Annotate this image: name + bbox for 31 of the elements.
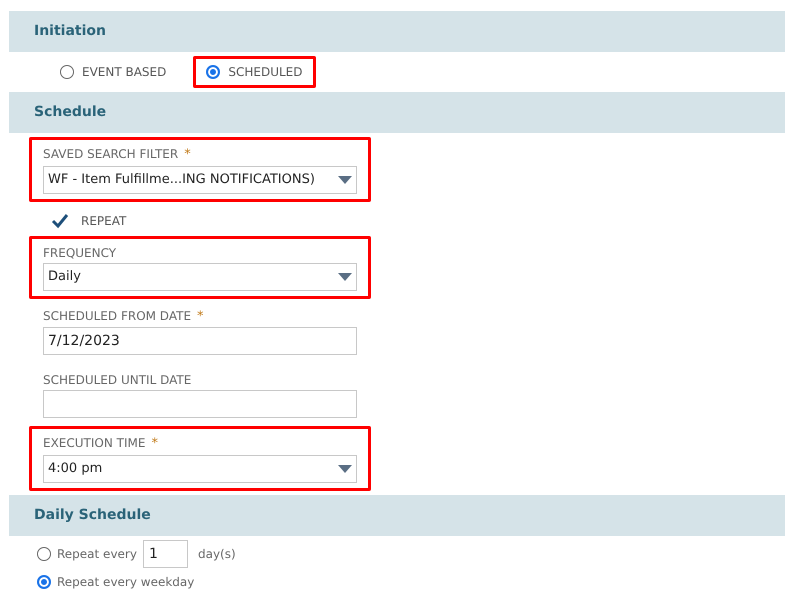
select-field[interactable]: WF - Item Fulfillme...ING NOTIFICATIONS) <box>43 166 357 194</box>
radio-button[interactable] <box>37 574 51 588</box>
input-field[interactable]: 7/12/2023 <box>43 327 357 355</box>
radio-option[interactable]: SCHEDULED <box>193 56 316 88</box>
field-label: FREQUENCY <box>43 244 116 262</box>
section-header: Daily Schedule <box>9 494 785 536</box>
unit-label: day(s) <box>198 546 236 562</box>
caret-icon <box>338 464 352 472</box>
section-header: Schedule <box>9 92 785 133</box>
field-label: SCHEDULED UNTIL DATE <box>43 372 192 389</box>
select-field[interactable]: Daily <box>43 262 357 290</box>
number-field[interactable]: 1 <box>142 540 188 568</box>
radio-button[interactable] <box>37 546 51 560</box>
required-mark: * <box>184 146 191 164</box>
radio-label: Repeat every <box>57 546 137 562</box>
checkbox-label: REPEAT <box>81 212 126 230</box>
field-label: SCHEDULED FROM DATE <box>43 308 192 324</box>
radio-button[interactable] <box>206 65 220 79</box>
select-field[interactable]: 4:00 pm <box>43 454 357 482</box>
caret-icon <box>338 272 352 280</box>
input-field[interactable] <box>43 390 357 418</box>
required-mark: * <box>197 308 204 326</box>
radio-option[interactable]: EVENT BASED <box>47 56 180 88</box>
caret-icon <box>338 176 352 184</box>
checkbox[interactable] <box>51 212 69 230</box>
radio-button[interactable] <box>60 65 74 79</box>
required-mark: * <box>151 435 158 453</box>
radio-label: Repeat every weekday <box>57 574 194 590</box>
field-label: SAVED SEARCH FILTER <box>43 146 178 163</box>
section-header: Initiation <box>9 11 785 52</box>
field-label: EXECUTION TIME <box>43 435 146 452</box>
